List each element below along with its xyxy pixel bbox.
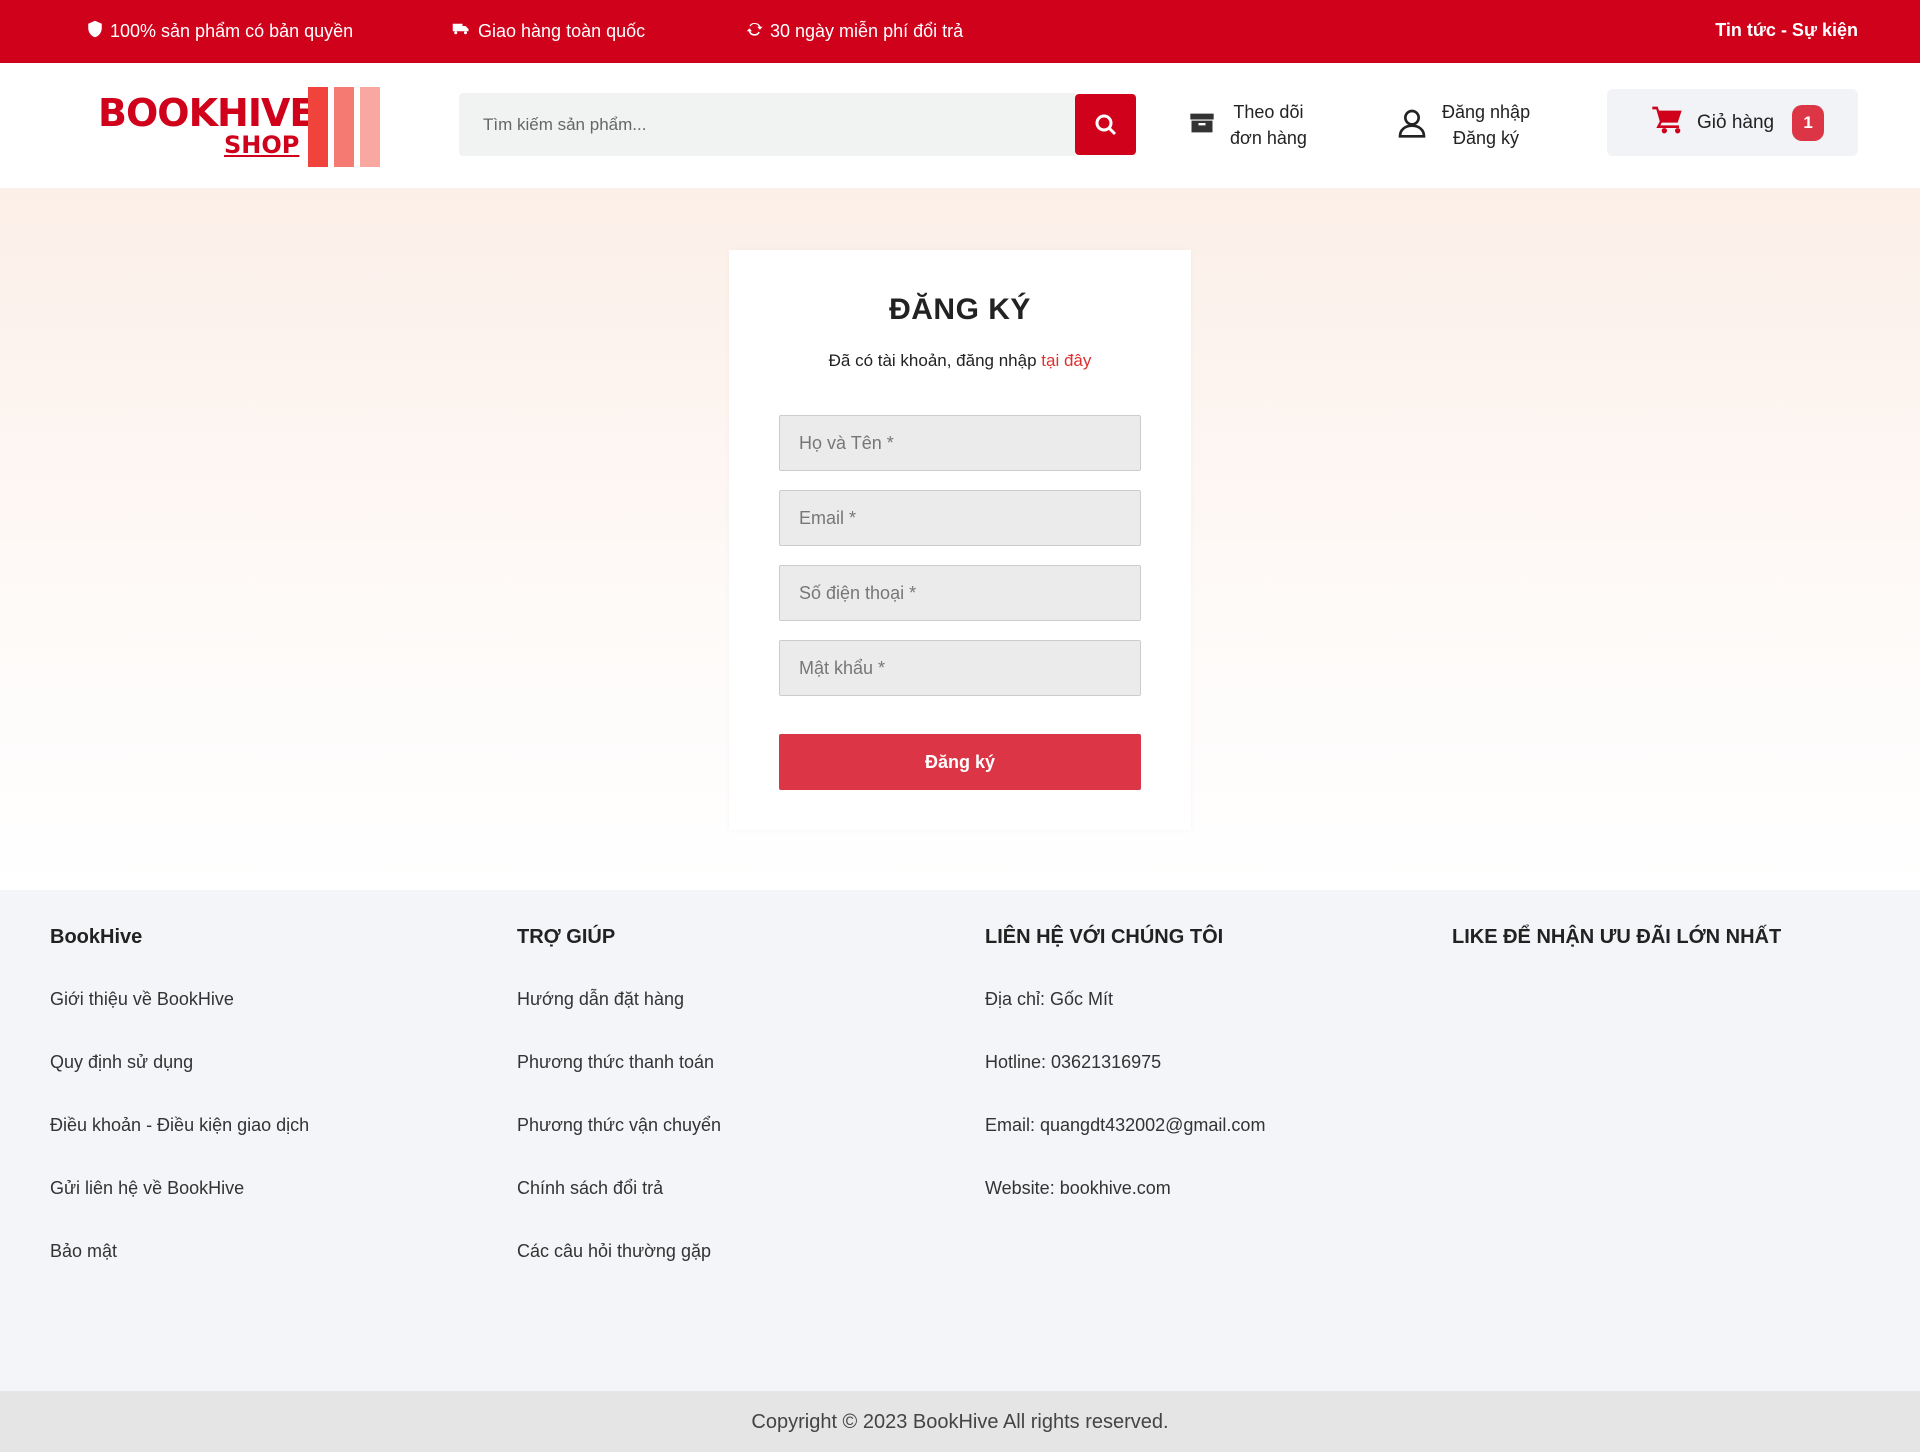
bookhive-logo[interactable]: BOOKHIVE SHOP	[98, 87, 382, 167]
footer-column-title: BookHive	[50, 926, 143, 948]
cart-count-badge: 1	[1792, 104, 1825, 141]
search-input[interactable]	[459, 93, 1075, 156]
footer-contact-item: Email: quangdt432002@gmail.com	[985, 1115, 1266, 1135]
footer-contact-item: Địa chỉ: Gốc Mít	[985, 989, 1114, 1009]
logo-stripe	[334, 87, 354, 167]
perk-shipping: Giao hàng toàn quốc	[450, 20, 645, 43]
footer-link[interactable]: Phương thức vận chuyển	[517, 1115, 721, 1178]
refresh-icon	[746, 20, 764, 43]
email-field[interactable]	[779, 490, 1141, 546]
search-bar	[459, 93, 1136, 156]
perk-returns: 30 ngày miễn phí đổi trả	[746, 20, 963, 43]
footer-link[interactable]: Gửi liên hệ về BookHive	[50, 1178, 309, 1241]
track-order-link[interactable]: Theo dõi đơn hàng	[1188, 99, 1307, 151]
register-submit-button[interactable]: Đăng ký	[779, 734, 1141, 790]
fullname-field[interactable]	[779, 415, 1141, 471]
footer-contact-item: Hotline: 03621316975	[985, 1052, 1162, 1072]
perk-label: 30 ngày miễn phí đổi trả	[770, 21, 964, 41]
footer-link[interactable]: Các câu hỏi thường gặp	[517, 1241, 721, 1304]
logo-stripe	[308, 87, 328, 167]
logo-word-bookhive: BOOKHIVE	[98, 91, 315, 135]
password-field[interactable]	[779, 640, 1141, 696]
footer-link[interactable]: Phương thức thanh toán	[517, 1052, 721, 1115]
login-link[interactable]: Đăng nhập	[1442, 99, 1530, 125]
news-events-link[interactable]: Tin tức - Sự kiện	[1715, 20, 1858, 41]
track-order-line1: Theo dõi	[1233, 102, 1304, 122]
user-icon	[1396, 107, 1428, 144]
login-here-link[interactable]: tại đây	[1041, 351, 1091, 370]
footer-column-help: TRỢ GIÚP Hướng dẫn đặt hàng Phương thức …	[517, 926, 721, 1304]
search-button[interactable]	[1075, 94, 1136, 155]
footer-link[interactable]: Điều khoản - Điều kiện giao dịch	[50, 1115, 309, 1178]
cart-label: Giỏ hàng	[1697, 111, 1775, 133]
shield-icon	[86, 20, 104, 43]
footer-contact-item: Website: bookhive.com	[985, 1178, 1171, 1198]
track-order-line2: đơn hàng	[1230, 128, 1307, 148]
footer-column-title: LIKE ĐỂ NHẬN ƯU ĐÃI LỚN NHẤT	[1452, 926, 1782, 948]
main-content: ĐĂNG KÝ Đã có tài khoản, đăng nhập tại đ…	[0, 188, 1920, 890]
register-card: ĐĂNG KÝ Đã có tài khoản, đăng nhập tại đ…	[729, 250, 1191, 830]
copyright-bar: Copyright © 2023 BookHive All rights res…	[0, 1391, 1920, 1452]
account-menu: Đăng nhập Đăng ký	[1396, 99, 1530, 151]
footer-link[interactable]: Bảo mật	[50, 1241, 309, 1304]
cart-icon	[1649, 104, 1685, 142]
site-header: BOOKHIVE SHOP Theo dõi đơn hàng Đăng nhậ…	[0, 63, 1920, 188]
login-prompt: Đã có tài khoản, đăng nhập tại đây	[729, 351, 1191, 371]
page-title: ĐĂNG KÝ	[889, 293, 1031, 326]
register-link[interactable]: Đăng ký	[1442, 125, 1530, 151]
perk-copyright: 100% sản phẩm có bản quyền	[86, 20, 353, 43]
cart-button[interactable]: Giỏ hàng 1	[1607, 89, 1858, 156]
truck-icon	[450, 20, 472, 43]
footer-link[interactable]: Hướng dẫn đặt hàng	[517, 989, 721, 1052]
footer-column-title: TRỢ GIÚP	[517, 926, 616, 948]
site-footer: BookHive Giới thiệu về BookHive Quy định…	[0, 890, 1920, 1391]
search-icon	[1095, 114, 1116, 135]
footer-column-title: LIÊN HỆ VỚI CHÚNG TÔI	[985, 926, 1224, 948]
footer-link[interactable]: Quy định sử dụng	[50, 1052, 309, 1115]
footer-column-bookhive: BookHive Giới thiệu về BookHive Quy định…	[50, 926, 309, 1304]
footer-column-like: LIKE ĐỂ NHẬN ƯU ĐÃI LỚN NHẤT	[1452, 926, 1781, 989]
box-icon	[1188, 109, 1216, 142]
logo-stripe	[360, 87, 380, 167]
footer-column-contact: LIÊN HỆ VỚI CHÚNG TÔI Địa chỉ: Gốc Mít H…	[985, 926, 1265, 1241]
phone-field[interactable]	[779, 565, 1141, 621]
perk-label: 100% sản phẩm có bản quyền	[110, 21, 354, 41]
perk-label: Giao hàng toàn quốc	[478, 21, 646, 41]
logo-word-shop: SHOP	[224, 131, 300, 159]
footer-link[interactable]: Chính sách đổi trả	[517, 1178, 721, 1241]
login-prompt-text: Đã có tài khoản, đăng nhập	[828, 351, 1042, 370]
footer-link[interactable]: Giới thiệu về BookHive	[50, 989, 309, 1052]
top-announcement-bar: 100% sản phẩm có bản quyền Giao hàng toà…	[0, 0, 1920, 63]
